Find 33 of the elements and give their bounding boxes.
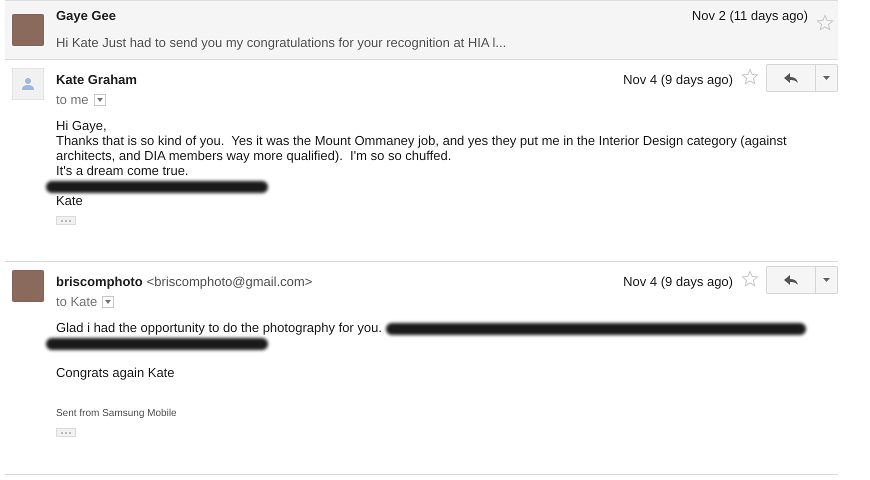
details-dropdown[interactable] bbox=[94, 94, 106, 106]
reply-button[interactable] bbox=[766, 266, 816, 294]
star-icon[interactable] bbox=[741, 68, 759, 86]
caret-icon bbox=[105, 300, 112, 304]
sender-name: Gaye Gee bbox=[56, 8, 117, 24]
recipient-label: to me bbox=[56, 92, 89, 108]
caret-icon bbox=[823, 278, 830, 282]
details-dropdown[interactable] bbox=[102, 296, 114, 308]
star-icon[interactable] bbox=[741, 270, 759, 288]
sender-email: <briscomphoto@gmail.com> bbox=[146, 274, 312, 290]
message-date: Nov 4 (9 days ago) bbox=[623, 72, 733, 88]
message-text: Hi Gaye, bbox=[56, 118, 107, 133]
message-snippet: Hi Kate Just had to send you my congratulations for your recognition at HIA l... bbox=[56, 35, 508, 51]
star-icon[interactable] bbox=[816, 14, 834, 32]
recipient-label: to Kate bbox=[56, 294, 98, 310]
message-row[interactable]: Gaye Gee Nov 2 (11 days ago) Hi Kate Just had to send you my congratulations for your recognition at HIA l... bbox=[5, 1, 838, 60]
message-date: Nov 4 (9 days ago) bbox=[623, 274, 733, 290]
sender-name: Kate Graham bbox=[56, 72, 137, 88]
caret-icon bbox=[823, 76, 830, 80]
reply-arrow-icon bbox=[784, 73, 798, 83]
caret-icon bbox=[96, 98, 103, 102]
sender-name: briscomphoto bbox=[56, 274, 143, 290]
message-text: Congrats again Kate bbox=[56, 365, 175, 380]
more-options-button[interactable] bbox=[816, 64, 838, 92]
message-text: Thanks that is so kind of you. Yes it was the Mount Ommaney job, and yes they put me in the Interior Design category (against architects, and DIA members way more qualified). I'm so so chuffed. bbox=[56, 133, 788, 163]
message-text: It's a dream come true. bbox=[56, 163, 189, 178]
message-date: Nov 2 (11 days ago) bbox=[692, 8, 808, 24]
reply-arrow-icon bbox=[784, 275, 798, 285]
message-text: Kate bbox=[56, 193, 83, 208]
reply-button[interactable] bbox=[766, 64, 816, 92]
signature-text: Sent from Samsung Mobile bbox=[56, 408, 178, 420]
message-text: Glad i had the opportunity to do the photography for you. bbox=[56, 320, 382, 335]
more-options-button[interactable] bbox=[816, 266, 838, 294]
